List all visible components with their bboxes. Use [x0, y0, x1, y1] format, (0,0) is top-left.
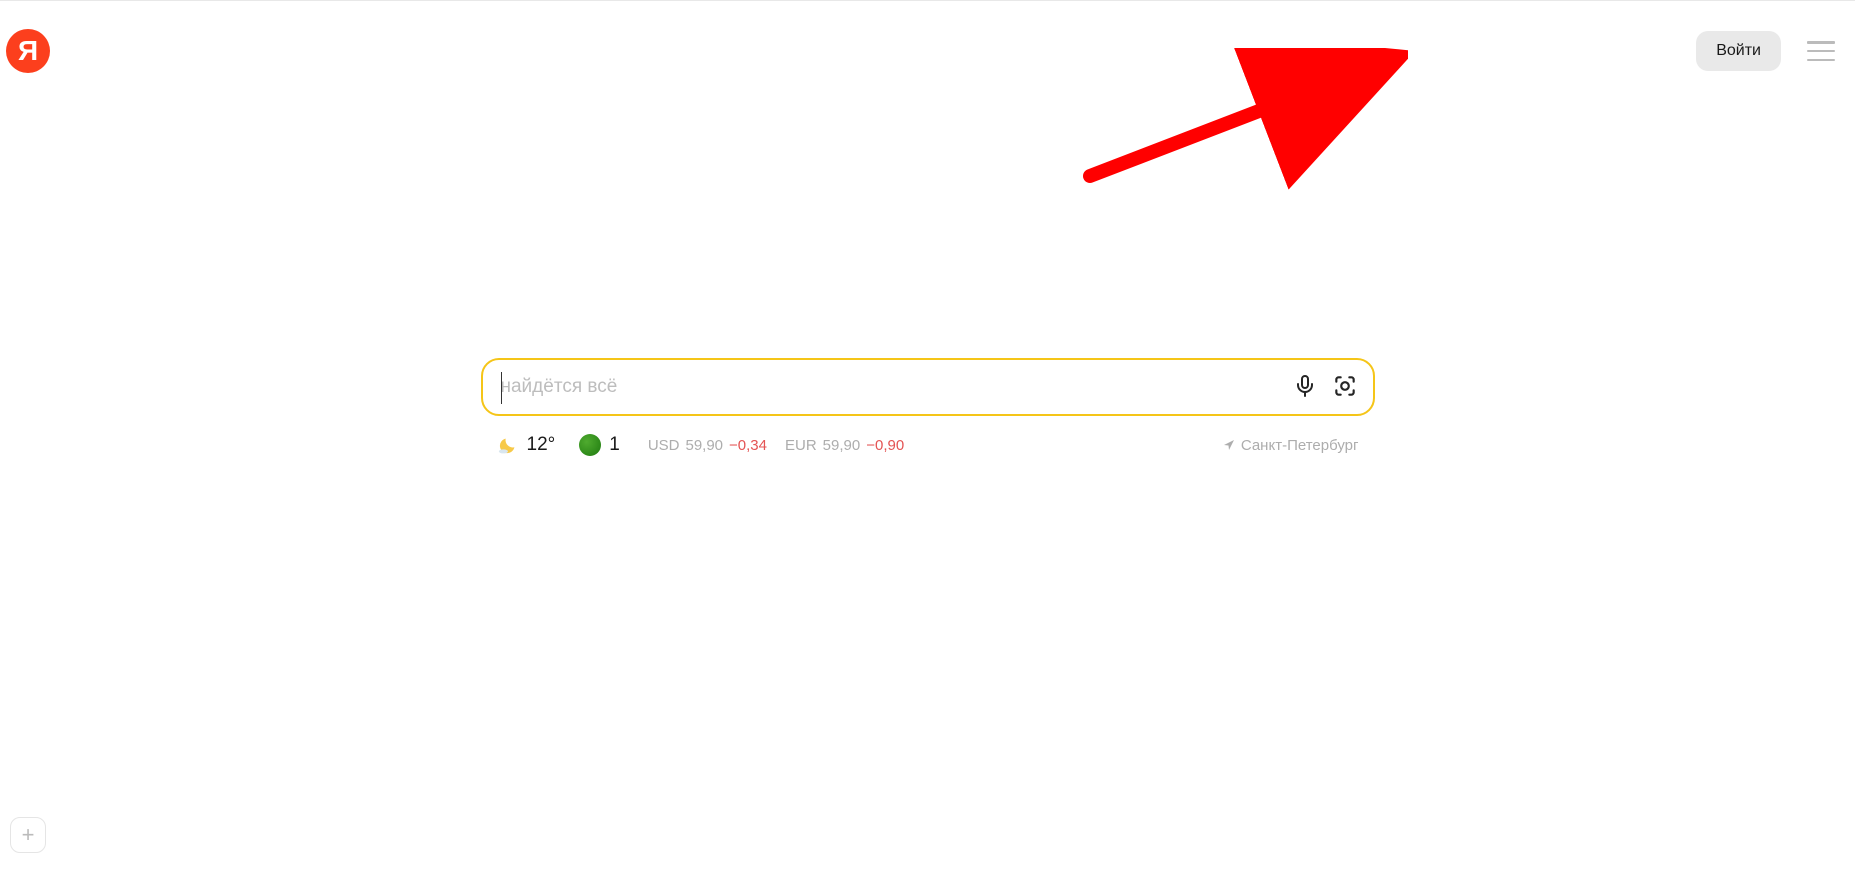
hamburger-icon — [1807, 41, 1835, 44]
menu-button[interactable] — [1807, 39, 1835, 63]
yandex-logo[interactable]: Я — [6, 29, 50, 73]
traffic-icon — [579, 434, 601, 456]
currency-value: 59,90 — [685, 437, 723, 454]
location-text: Санкт-Петербург — [1241, 437, 1359, 454]
search-input[interactable] — [501, 360, 1291, 414]
logo-letter: Я — [18, 35, 38, 67]
hamburger-icon — [1807, 59, 1835, 62]
currency-delta: −0,90 — [866, 437, 904, 454]
add-widget-button[interactable]: + — [10, 817, 46, 853]
search-icons — [1291, 373, 1359, 401]
info-bar: 12° 1 USD 59,90 −0,34 EUR 59,90 −0,90 Са… — [481, 434, 1375, 456]
plus-icon: + — [22, 822, 35, 848]
voice-search-button[interactable] — [1291, 373, 1319, 401]
search-box — [481, 358, 1375, 416]
traffic-level: 1 — [609, 434, 620, 456]
text-cursor — [501, 372, 503, 404]
login-button[interactable]: Войти — [1696, 31, 1781, 71]
annotation-arrow — [1068, 48, 1408, 198]
top-separator — [0, 0, 1855, 1]
traffic-widget[interactable]: 1 — [579, 434, 620, 456]
currency-value: 59,90 — [823, 437, 861, 454]
temperature-value: 12° — [527, 434, 556, 456]
moon-icon — [497, 434, 519, 456]
image-search-button[interactable] — [1331, 373, 1359, 401]
currency-label: USD — [648, 437, 680, 454]
weather-widget[interactable]: 12° — [497, 434, 556, 456]
location-icon — [1223, 439, 1235, 451]
hamburger-icon — [1807, 50, 1835, 53]
center-content: 12° 1 USD 59,90 −0,34 EUR 59,90 −0,90 Са… — [481, 358, 1375, 456]
rate-eur[interactable]: EUR 59,90 −0,90 — [785, 437, 904, 454]
rate-usd[interactable]: USD 59,90 −0,34 — [648, 437, 767, 454]
currency-label: EUR — [785, 437, 817, 454]
microphone-icon — [1293, 374, 1317, 401]
currency-delta: −0,34 — [729, 437, 767, 454]
camera-lens-icon — [1332, 373, 1358, 402]
login-label: Войти — [1716, 42, 1761, 60]
location-link[interactable]: Санкт-Петербург — [1223, 437, 1359, 454]
